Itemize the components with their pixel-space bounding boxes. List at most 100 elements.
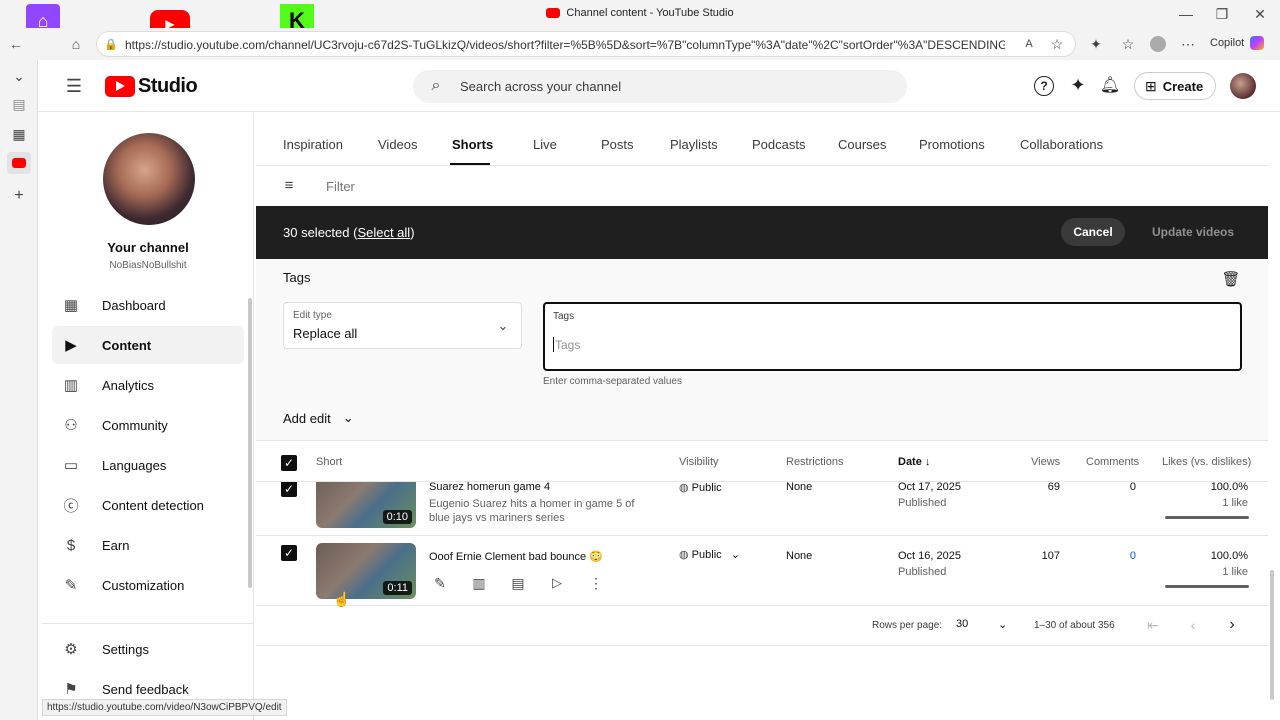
tags-input[interactable]: Tags Tags xyxy=(543,302,1242,371)
help-icon[interactable]: ? xyxy=(1034,76,1054,96)
copilot-button[interactable]: Copilot xyxy=(1210,36,1265,50)
next-page-icon[interactable]: › xyxy=(1223,616,1241,634)
tab-icon-youtube-studio[interactable] xyxy=(7,152,31,174)
minimize-icon[interactable]: — xyxy=(1176,4,1196,24)
sidebar-item-dashboard[interactable]: ▦ Dashboard xyxy=(52,286,244,324)
address-bar[interactable]: 🔒 https://studio.youtube.com/channel/UC3… xyxy=(96,31,1076,57)
studio-logo[interactable]: Studio xyxy=(105,74,198,98)
col-header-likes[interactable]: Likes (vs. dislikes) xyxy=(1162,456,1251,468)
add-edit-button[interactable]: Add edit ⌄ xyxy=(283,410,354,426)
video-description: Eugenio Suarez hits a homer in game 5 of… xyxy=(429,498,635,524)
rows-per-page-select[interactable]: 30 ⌄ xyxy=(956,618,1012,634)
col-header-restrictions[interactable]: Restrictions xyxy=(786,456,843,468)
close-window-icon[interactable]: ✕ xyxy=(1250,4,1270,24)
row-checkbox[interactable]: ✓ xyxy=(281,545,297,561)
notifications-bell-icon[interactable]: 🔔︎ xyxy=(1100,75,1120,95)
new-tab-icon[interactable]: + xyxy=(11,187,27,204)
edit-type-select[interactable]: Edit type Replace all ⌄ xyxy=(283,302,522,349)
tab-promotions[interactable]: Promotions xyxy=(919,137,985,152)
tab-courses[interactable]: Courses xyxy=(838,137,886,152)
delete-trash-icon[interactable]: 🗑︎ xyxy=(1221,270,1240,288)
tab-icon-2[interactable]: ▦ xyxy=(11,126,27,142)
search-box[interactable]: ⌕ Search across your channel xyxy=(413,70,907,103)
tab-collaborations[interactable]: Collaborations xyxy=(1020,137,1103,152)
maximize-icon[interactable]: ❐ xyxy=(1212,4,1232,24)
chevron-down-icon: ⌄ xyxy=(730,549,740,561)
cancel-button[interactable]: Cancel xyxy=(1061,218,1125,246)
sidebar-item-earn[interactable]: $ Earn xyxy=(52,526,244,564)
previous-page-icon[interactable]: ‹ xyxy=(1184,616,1202,634)
update-videos-button[interactable]: Update videos xyxy=(1152,225,1234,239)
extensions-icon[interactable]: ✦ xyxy=(1086,34,1106,54)
favorites-icon[interactable]: ☆ xyxy=(1118,34,1138,54)
row-checkbox[interactable]: ✓ xyxy=(281,482,297,497)
home-icon[interactable]: ⌂ xyxy=(66,34,86,54)
col-header-short[interactable]: Short xyxy=(316,456,342,468)
browser-profile-avatar[interactable] xyxy=(1150,36,1166,52)
link-status-bar: https://studio.youtube.com/video/N3owCiP… xyxy=(42,699,287,716)
comments-cell[interactable]: 0 xyxy=(1116,550,1136,562)
select-all-checkbox[interactable]: ✓ xyxy=(281,455,297,471)
select-all-link[interactable]: Select all xyxy=(357,225,410,240)
table-row[interactable]: ✓ 0:11 Ooof Ernie Clement bad bounce 😳 ✎… xyxy=(256,536,1268,606)
sidebar-item-customization[interactable]: ✎ Customization xyxy=(52,566,244,604)
filter-icon[interactable]: ≡ xyxy=(280,176,298,194)
comments-cell[interactable]: 0 xyxy=(1116,482,1136,493)
tab-videos[interactable]: Videos xyxy=(378,137,418,152)
sidebar-scrollbar[interactable] xyxy=(248,298,252,588)
video-title[interactable]: Ooof Ernie Clement bad bounce 😳 xyxy=(429,550,603,563)
tab-shorts[interactable]: Shorts xyxy=(452,137,493,152)
youtube-play-icon[interactable]: ▷ xyxy=(548,574,566,592)
chevron-down-icon: ⌄ xyxy=(998,619,1008,631)
sidebar-item-languages[interactable]: ▭ Languages xyxy=(52,446,244,484)
video-thumbnail[interactable]: 0:11 xyxy=(316,543,416,599)
sparkle-icon[interactable]: ✦ xyxy=(1068,75,1088,95)
comments-icon[interactable]: ▤ xyxy=(509,574,527,592)
views-cell: 69 xyxy=(1047,481,1060,493)
channel-handle: NoBiasNoBullshit xyxy=(109,260,187,271)
youtube-studio-tab-icon xyxy=(546,8,561,19)
col-header-visibility[interactable]: Visibility xyxy=(679,456,719,468)
tabs-divider xyxy=(256,165,1268,166)
dashboard-icon: ▦ xyxy=(63,297,79,314)
tab-posts[interactable]: Posts xyxy=(601,137,634,152)
col-header-date[interactable]: Date ↓ xyxy=(898,456,930,468)
video-title[interactable]: Suarez homerun game 4 xyxy=(429,482,550,493)
address-bar-row: ← ⌂ 🔒 https://studio.youtube.com/channel… xyxy=(0,28,1280,60)
favorite-star-icon[interactable]: ☆ xyxy=(1049,36,1065,52)
tab-playlists[interactable]: Playlists xyxy=(670,137,718,152)
sidebar-item-community[interactable]: ⚇ Community xyxy=(52,406,244,444)
collapse-tabs-icon[interactable]: ⌄ xyxy=(9,68,29,84)
selection-bar: 30 selected (Select all) Cancel Update v… xyxy=(256,206,1268,259)
sidebar-item-analytics[interactable]: ▥ Analytics xyxy=(52,366,244,404)
pencil-icon[interactable]: ✎ xyxy=(431,574,449,592)
dollar-icon: $ xyxy=(66,536,76,554)
visibility-cell[interactable]: ◍ Public ⌄ xyxy=(679,548,740,561)
filter-input[interactable]: Filter xyxy=(326,179,355,194)
tab-podcasts[interactable]: Podcasts xyxy=(752,137,805,152)
channel-avatar[interactable] xyxy=(103,133,195,225)
visibility-cell[interactable]: ◍ Public xyxy=(679,482,722,494)
page-scrollbar[interactable] xyxy=(1270,570,1274,700)
col-header-comments[interactable]: Comments xyxy=(1086,456,1139,468)
analytics-icon[interactable]: ▥ xyxy=(470,574,488,592)
tab-inspiration[interactable]: Inspiration xyxy=(283,137,343,152)
create-button[interactable]: ⊞ Create xyxy=(1134,72,1216,100)
first-page-icon[interactable]: ⇤ xyxy=(1144,616,1162,634)
tab-icon-1[interactable]: ▤ xyxy=(11,96,27,112)
sidebar-item-content[interactable]: ▶ Content xyxy=(52,326,244,364)
tab-live[interactable]: Live xyxy=(533,137,557,152)
more-vertical-icon[interactable]: ⋮ xyxy=(587,574,605,592)
sidebar-item-settings[interactable]: ⚙ Settings xyxy=(52,630,244,668)
read-aloud-icon[interactable]: A xyxy=(1021,36,1037,52)
chevron-down-icon: ⌄ xyxy=(342,410,354,425)
account-avatar[interactable] xyxy=(1230,73,1256,99)
sidebar-item-content-detection[interactable]: ⓒ Content detection xyxy=(52,486,244,524)
table-row[interactable]: ✓ 0:10 Suarez homerun game 4 Eugenio Sua… xyxy=(256,481,1268,536)
col-header-views[interactable]: Views xyxy=(1031,456,1060,468)
window-title: Channel content - YouTube Studio xyxy=(0,7,1280,19)
vertical-tabs: ⌄ ▤ ▦ + xyxy=(0,60,38,720)
back-icon[interactable]: ← xyxy=(6,34,26,54)
menu-icon[interactable]: ☰ xyxy=(64,76,84,96)
more-options-icon[interactable]: ⋯ xyxy=(1178,34,1198,54)
